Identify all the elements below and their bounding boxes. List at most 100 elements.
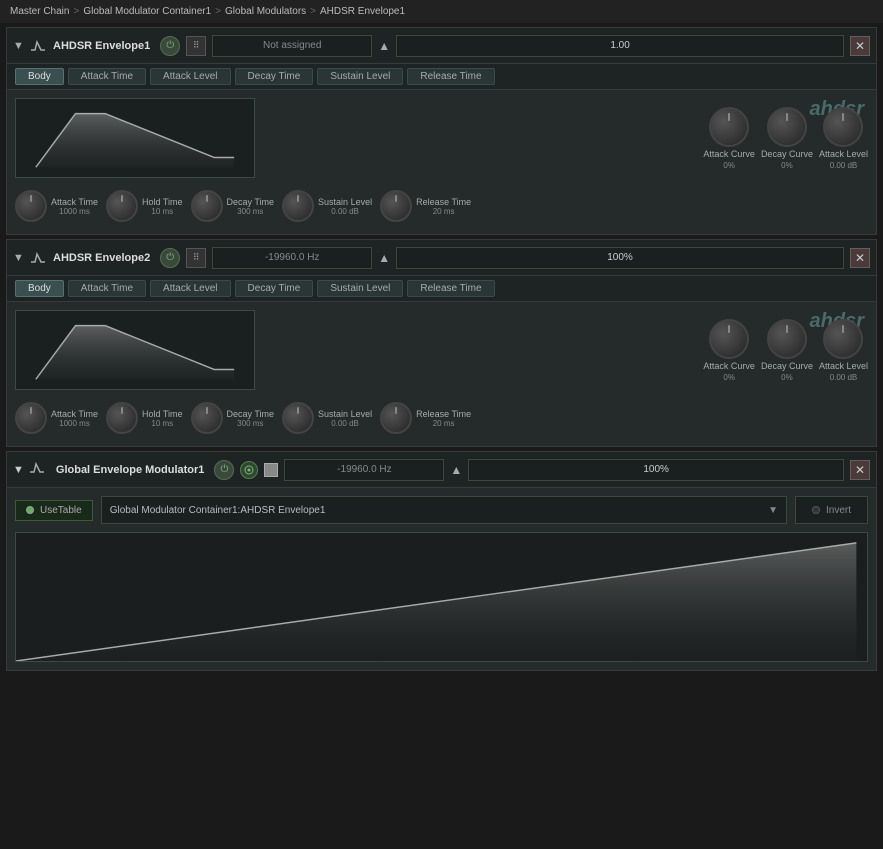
envelope2-attack-curve-value: 0% [723,373,735,382]
envelope1-value-box[interactable]: 1.00 [396,35,844,57]
envelope2-release-time-knob[interactable] [380,402,412,434]
breadcrumb-item-3[interactable]: Global Modulators [225,6,306,17]
breadcrumb-item-4[interactable]: AHDSR Envelope1 [320,6,405,17]
envelope1-grid-button[interactable]: ⠿ [186,36,206,56]
envelope1-hold-time-label: Hold Time [142,197,183,207]
envelope1-release-time-knob[interactable] [380,190,412,222]
envelope1-tab-attack-time[interactable]: Attack Time [68,68,146,85]
envelope1-hold-time-knob[interactable] [106,190,138,222]
envelope2-attack-curve-knob[interactable] [709,319,749,359]
envelope1-top-section: Attack Curve 0% Decay Curve 0% Attack Le… [15,98,868,178]
envelope1-assign-box[interactable]: Not assigned [212,35,372,57]
envelope2-top-section: Attack Curve 0% Decay Curve 0% Attack Le… [15,310,868,390]
envelope1-assign-arrow[interactable]: ▲ [378,39,390,53]
envelope2-display [15,310,255,390]
envelope1-decay-time-label: Decay Time [227,197,275,207]
envelope2-body: ahdsr Attack Curve [7,302,876,446]
envelope1-attack-time-label: Attack Time [51,197,98,207]
envelope2-hold-time-knob[interactable] [106,402,138,434]
envelope2-decay-time-group: Decay Time 300 ms [191,402,275,434]
envelope2-decay-curve-knob[interactable] [767,319,807,359]
envelope1-bottom-knobs: Attack Time 1000 ms Hold Time 10 ms Deca… [15,186,868,226]
breadcrumb: Master Chain > Global Modulator Containe… [0,0,883,23]
envelope2-tab-sustain-level[interactable]: Sustain Level [317,280,403,297]
envelope2-release-time-label: Release Time [416,409,471,419]
envelope2-sustain-level-label: Sustain Level [318,409,372,419]
envelope2-attack-level-label: Attack Level [819,361,868,371]
global-mod-collapse-icon[interactable]: ▼ [13,464,24,476]
envelope1-attack-curve-value: 0% [723,161,735,170]
envelope1-tab-row: Body Attack Time Attack Level Decay Time… [7,64,876,90]
envelope2-grid-button[interactable]: ⠿ [186,248,206,268]
breadcrumb-sep-1: > [73,6,79,17]
global-mod-close-button[interactable]: ✕ [850,460,870,480]
source-select[interactable]: Global Modulator Container1:AHDSR Envelo… [101,496,787,524]
envelope1-tab-body[interactable]: Body [15,68,64,85]
envelope2-value-box[interactable]: 100% [396,247,844,269]
envelope2-wave-icon [31,252,47,264]
envelope2-assign-box[interactable]: -19960.0 Hz [212,247,372,269]
global-mod-wave-icon [30,462,50,477]
envelope1-close-button[interactable]: ✕ [850,36,870,56]
envelope1-decay-curve-knob[interactable] [767,107,807,147]
envelope2-sustain-level-knob[interactable] [282,402,314,434]
envelope2-decay-time-knob[interactable] [191,402,223,434]
envelope1-wave-icon [31,40,47,52]
envelope1-release-time-label: Release Time [416,197,471,207]
envelope2-decay-time-value: 300 ms [227,419,275,428]
global-mod-stop-button[interactable] [264,463,278,477]
envelope2-release-time-group: Release Time 20 ms [380,402,471,434]
breadcrumb-item-2[interactable]: Global Modulator Container1 [83,6,211,17]
envelope2-tab-body[interactable]: Body [15,280,64,297]
envelope2-tab-attack-time[interactable]: Attack Time [68,280,146,297]
envelope2-bottom-knobs: Attack Time 1000 ms Hold Time 10 ms Deca… [15,398,868,438]
envelope1-tab-sustain-level[interactable]: Sustain Level [317,68,403,85]
breadcrumb-item-1[interactable]: Master Chain [10,6,69,17]
global-mod-power-button[interactable]: ⏻ [214,460,234,480]
envelope2-assign-arrow[interactable]: ▲ [378,251,390,265]
envelope2-sustain-level-value: 0.00 dB [318,419,372,428]
envelope1-hold-time-group: Hold Time 10 ms [106,190,183,222]
envelope2-decay-time-label: Decay Time [227,409,275,419]
envelope2-attack-level-knob[interactable] [823,319,863,359]
envelope2-tab-attack-level[interactable]: Attack Level [150,280,230,297]
envelope1-release-time-value: 20 ms [416,207,471,216]
curve-display[interactable] [15,532,868,662]
envelope1-tab-attack-level[interactable]: Attack Level [150,68,230,85]
invert-button[interactable]: Invert [795,496,868,524]
use-table-dot [26,506,34,514]
envelope2-tab-decay-time[interactable]: Decay Time [235,280,314,297]
envelope1-power-button[interactable]: ⏻ [160,36,180,56]
envelope2-close-button[interactable]: ✕ [850,248,870,268]
envelope1-knob-section: Attack Curve 0% Decay Curve 0% Attack Le… [263,107,868,170]
envelope2-collapse-icon[interactable]: ▼ [13,252,25,264]
envelope1-sustain-level-knob[interactable] [282,190,314,222]
global-mod-target-button[interactable] [240,461,258,479]
envelope1-title: AHDSR Envelope1 [53,40,150,52]
envelope2-hold-time-label: Hold Time [142,409,183,419]
envelope2-tab-row: Body Attack Time Attack Level Decay Time… [7,276,876,302]
envelope2-attack-time-knob[interactable] [15,402,47,434]
envelope1-attack-curve-group: Attack Curve 0% [703,107,755,170]
envelope1-tab-decay-time[interactable]: Decay Time [235,68,314,85]
envelope1-sustain-level-group: Sustain Level 0.00 dB [282,190,372,222]
envelope2-power-button[interactable]: ⏻ [160,248,180,268]
envelope1-attack-level-knob[interactable] [823,107,863,147]
envelope2-tab-release-time[interactable]: Release Time [407,280,494,297]
envelope1-attack-time-knob[interactable] [15,190,47,222]
envelope2-decay-curve-value: 0% [781,373,793,382]
envelope1-tab-release-time[interactable]: Release Time [407,68,494,85]
use-table-button[interactable]: UseTable [15,500,93,521]
envelope1-decay-time-knob[interactable] [191,190,223,222]
global-mod-assign-box[interactable]: -19960.0 Hz [284,459,444,481]
envelope1-attack-time-group: Attack Time 1000 ms [15,190,98,222]
breadcrumb-sep-2: > [215,6,221,17]
envelope2-attack-time-value: 1000 ms [51,419,98,428]
envelope1-collapse-icon[interactable]: ▼ [13,40,25,52]
envelope1-decay-curve-value: 0% [781,161,793,170]
envelope1-attack-curve-knob[interactable] [709,107,749,147]
envelope2-attack-time-group: Attack Time 1000 ms [15,402,98,434]
envelope2-decay-curve-group: Decay Curve 0% [761,319,813,382]
global-mod-assign-arrow[interactable]: ▲ [450,463,462,477]
global-mod-value-box[interactable]: 100% [468,459,844,481]
